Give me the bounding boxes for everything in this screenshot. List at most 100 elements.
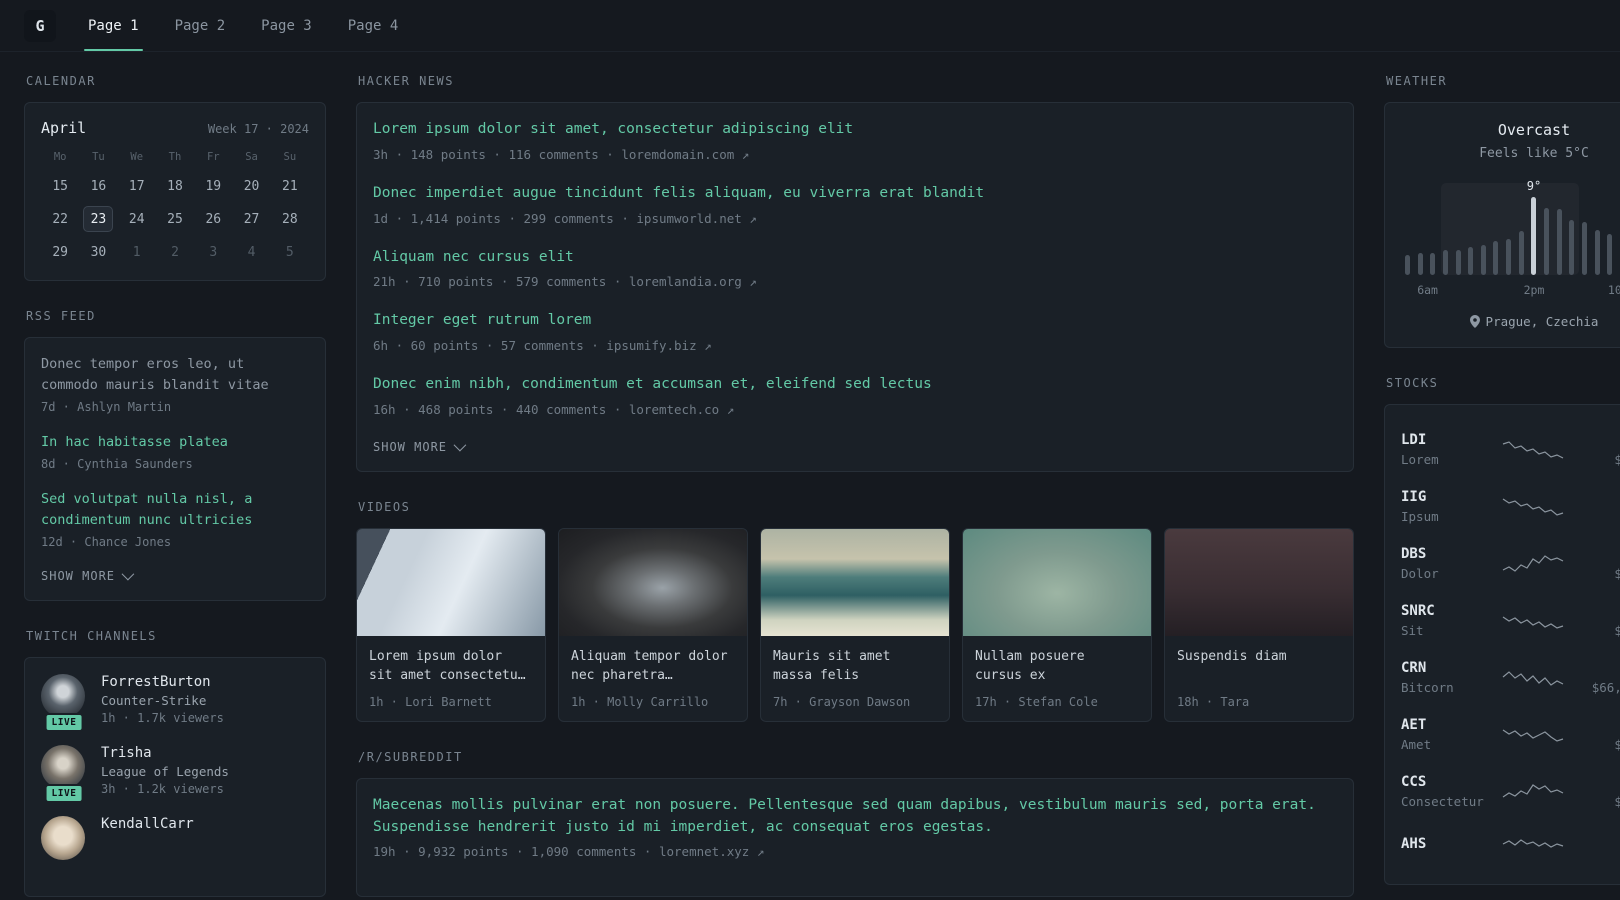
calendar-day-header: Th xyxy=(168,151,182,163)
tab-page-3[interactable]: Page 3 xyxy=(257,0,316,51)
channel-game: League of Legends xyxy=(101,763,229,779)
hn-item: Aliquam nec cursus elit 21h · 710 points… xyxy=(373,247,1337,290)
stocks-section-title: STOCKS xyxy=(1386,376,1439,390)
rss-item: In hac habitasse platea 8d · Cynthia Sau… xyxy=(41,432,309,471)
rss-show-more-button[interactable]: SHOW MORE xyxy=(41,567,135,583)
weather-bar xyxy=(1544,207,1550,275)
calendar-day: 16 xyxy=(90,178,107,194)
stock-change: -1.00% xyxy=(1575,661,1620,676)
tab-page-4[interactable]: Page 4 xyxy=(344,0,403,51)
calendar-day: 19 xyxy=(205,178,222,194)
stock-id: AET Amet xyxy=(1401,717,1491,752)
stock-id: AHS xyxy=(1401,836,1491,852)
weather-bar xyxy=(1417,253,1423,275)
stock-change: +4.35% xyxy=(1575,433,1620,448)
weather-widget: WEATHER Overcast Feels like 5°C 9° 6am 2… xyxy=(1384,74,1620,348)
avatar xyxy=(41,673,85,718)
hn-item: Integer eget rutrum lorem 6h · 60 points… xyxy=(373,310,1337,353)
weather-condition: Overcast xyxy=(1497,121,1571,139)
video-card[interactable]: Nullam posuere cursus ex 17h · Stefan Co… xyxy=(962,527,1152,722)
channel-name[interactable]: Trisha xyxy=(101,745,229,761)
rss-item-title[interactable]: Sed volutpat nulla nisl, a condimentum n… xyxy=(41,489,309,531)
calendar-day: 15 xyxy=(52,178,68,194)
hn-item-title[interactable]: Donec enim nibh, condimentum et accumsan… xyxy=(373,374,1337,396)
video-title: Aliquam tempor dolor nec pharetra… xyxy=(571,648,728,683)
stock-name: Lorem xyxy=(1401,452,1439,467)
weather-feels-like: Feels like 5°C xyxy=(1479,146,1589,161)
subreddit-section-title: /R/SUBREDDIT xyxy=(358,749,463,764)
hackernews-section-title: HACKER NEWS xyxy=(358,74,454,88)
stock-change: +1.42% xyxy=(1575,547,1620,562)
stock-name: Dolor xyxy=(1401,566,1439,581)
hn-domain-link[interactable]: ipsumworld.net xyxy=(636,211,741,226)
stock-sparkline xyxy=(1502,498,1564,516)
stock-values: +0.92% $499.72 xyxy=(1575,718,1620,752)
video-body: Aliquam tempor dolor nec pharetra… 1h · … xyxy=(559,636,747,721)
hn-item-title[interactable]: Aliquam nec cursus elit xyxy=(373,247,1337,269)
stock-row: CRN Bitcorn -1.00% $66,171.48 xyxy=(1401,649,1620,706)
calendar-day-header: Sa xyxy=(245,151,258,163)
rss-item-title[interactable]: Donec tempor eros leo, ut commodo mauris… xyxy=(41,354,309,396)
twitch-widget: TWITCH CHANNELS LIVE ForrestBurton Count… xyxy=(24,629,326,897)
weather-bar xyxy=(1607,234,1613,275)
calendar-day: 1 xyxy=(132,244,141,260)
twitch-channel[interactable]: LIVE ForrestBurton Counter-Strike 1h · 1… xyxy=(41,673,309,732)
left-column: CALENDAR April Week 17 · 2024 Mo Tu We Th Fr… xyxy=(24,74,326,900)
hn-show-more-button[interactable]: SHOW MORE xyxy=(373,438,467,454)
hn-item-title[interactable]: Donec imperdiet augue tincidunt felis al… xyxy=(373,183,1337,205)
weather-bar xyxy=(1455,250,1461,275)
video-card[interactable]: Lorem ipsum dolor sit amet consectetu… 1… xyxy=(356,527,546,722)
channel-name[interactable]: ForrestBurton xyxy=(101,674,224,690)
rss-item-title[interactable]: In hac habitasse platea xyxy=(41,432,309,453)
external-link-icon: ↗ xyxy=(756,844,765,860)
twitch-channel[interactable]: LIVE Trisha League of Legends 3h · 1.2k … xyxy=(41,744,309,803)
calendar-widget: CALENDAR April Week 17 · 2024 Mo Tu We Th Fr… xyxy=(24,74,326,281)
reddit-post: Maecenas mollis pulvinar erat non posuer… xyxy=(373,795,1337,860)
calendar-section-title: CALENDAR xyxy=(26,74,96,88)
channel-name[interactable]: KendallCarr xyxy=(101,816,194,832)
hn-item: Donec enim nibh, condimentum et accumsan… xyxy=(373,374,1337,417)
video-card[interactable]: Mauris sit amet massa felis 7h · Grayson… xyxy=(760,527,950,722)
calendar-day: 25 xyxy=(167,211,183,227)
hn-domain-link[interactable]: loremdomain.com xyxy=(621,147,734,162)
tab-page-1[interactable]: Page 1 xyxy=(84,0,143,51)
reddit-domain-link[interactable]: loremnet.xyz xyxy=(659,844,749,859)
calendar-day-header: We xyxy=(130,151,144,163)
calendar-day: 26 xyxy=(205,211,222,227)
calendar-day-header: Fr xyxy=(206,151,220,163)
calendar-day: 5 xyxy=(285,244,294,260)
calendar-day: 17 xyxy=(128,178,145,194)
rss-widget: RSS FEED Donec tempor eros leo, ut commo… xyxy=(24,309,326,601)
hn-item-meta: 6h · 60 points · 57 comments · ipsumify.… xyxy=(373,338,712,353)
map-pin-icon xyxy=(1469,315,1480,328)
calendar-card: April Week 17 · 2024 Mo Tu We Th Fr Sa Su 15 16 1… xyxy=(24,102,326,281)
rss-card: Donec tempor eros leo, ut commodo mauris… xyxy=(24,337,326,601)
calendar-day-header: Su xyxy=(283,151,297,163)
video-title: Suspendis diam xyxy=(1177,648,1287,664)
stock-row: IIG Ipsum +2.84% $42.04 xyxy=(1401,478,1620,535)
video-card[interactable]: Aliquam tempor dolor nec pharetra… 1h · … xyxy=(558,527,748,722)
twitch-channel[interactable]: KendallCarr xyxy=(41,815,309,860)
stock-price: $165.84 xyxy=(1614,793,1620,809)
video-body: Nullam posuere cursus ex 17h · Stefan Co… xyxy=(963,636,1151,721)
stock-change: +1.36% xyxy=(1575,604,1620,619)
reddit-post-title[interactable]: Maecenas mollis pulvinar erat non posuer… xyxy=(373,795,1337,839)
hn-domain-link[interactable]: ipsumify.biz xyxy=(606,338,696,353)
stock-row: AET Amet +0.92% $499.72 xyxy=(1401,706,1620,763)
video-card[interactable]: Suspendis diam 18h · Tara xyxy=(1164,527,1354,722)
stock-id: SNRC Sit xyxy=(1401,603,1491,638)
calendar-month: April xyxy=(41,119,87,137)
weather-time-label: 2pm xyxy=(1523,283,1545,297)
hn-domain-link[interactable]: loremtech.co xyxy=(629,402,719,417)
rss-item-meta: 12d · Chance Jones xyxy=(41,534,172,549)
video-thumbnail xyxy=(559,528,747,636)
weather-card: Overcast Feels like 5°C 9° 6am 2pm 10pm … xyxy=(1384,102,1620,348)
hn-item-title[interactable]: Lorem ipsum dolor sit amet, consectetur … xyxy=(373,119,1337,141)
video-row: Lorem ipsum dolor sit amet consectetu… 1… xyxy=(356,527,1354,722)
external-link-icon: ↗ xyxy=(749,274,757,290)
stock-change: +0.51% xyxy=(1575,775,1620,790)
hn-item-title[interactable]: Integer eget rutrum lorem xyxy=(373,310,1337,332)
videos-section-title: VIDEOS xyxy=(358,499,411,514)
hn-domain-link[interactable]: loremlandia.org xyxy=(629,274,742,289)
tab-page-2[interactable]: Page 2 xyxy=(171,0,230,51)
